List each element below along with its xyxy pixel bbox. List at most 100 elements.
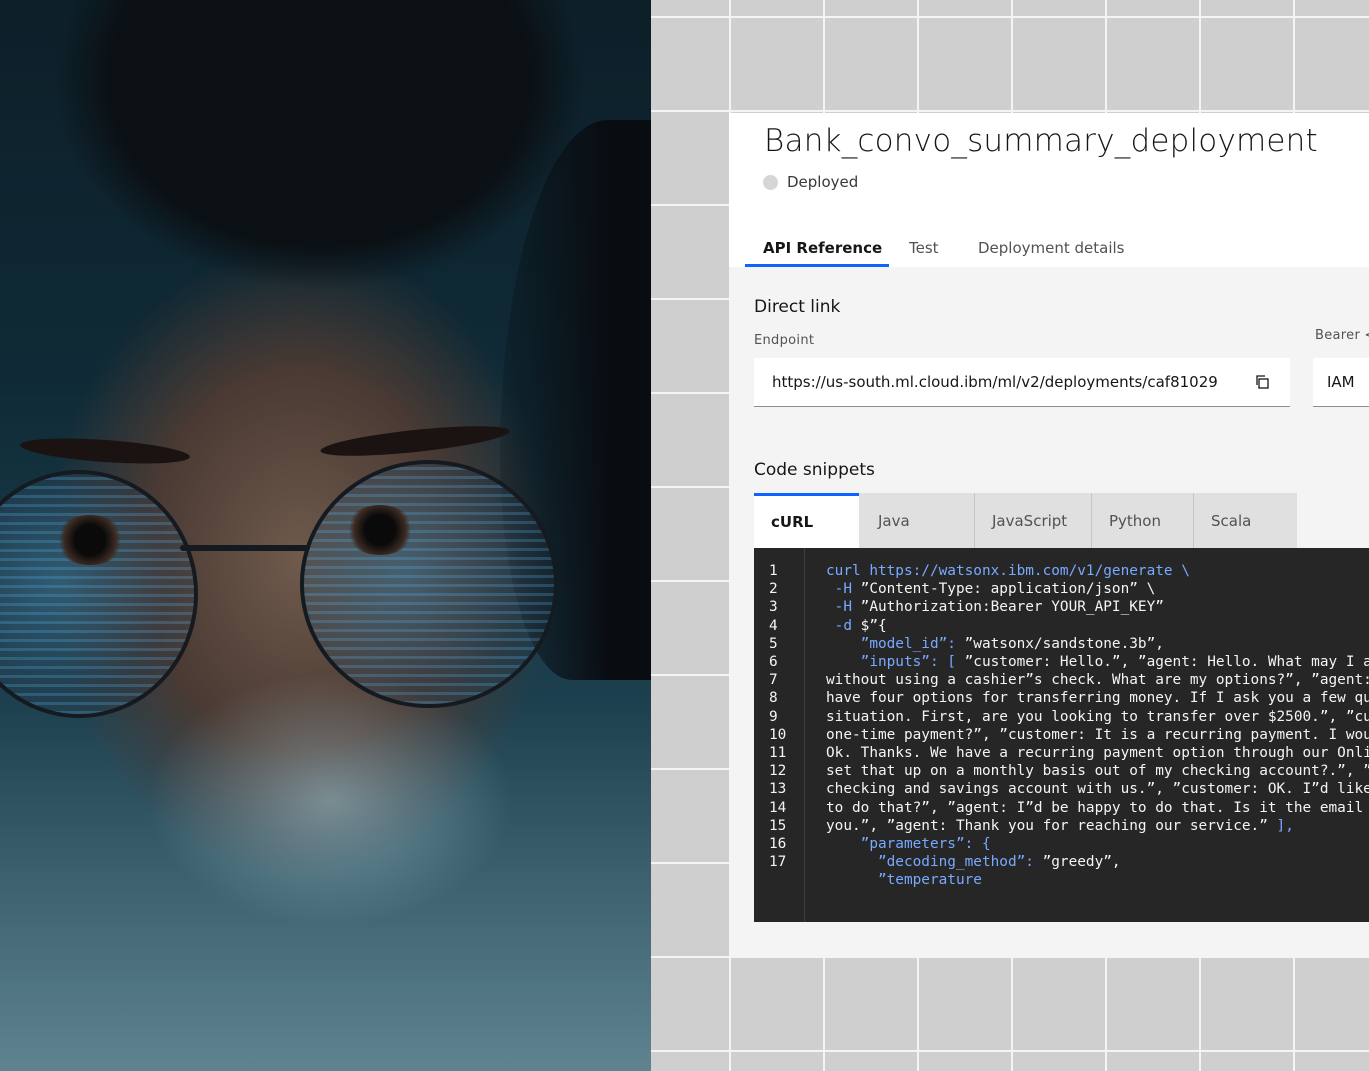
code-tab-label: Python xyxy=(1109,511,1161,530)
code-token: ”customer: Hello.”, ”agent: Hello. What … xyxy=(964,654,1369,670)
code-tab-label: Scala xyxy=(1211,511,1252,530)
code-line: ”decoding_method”: ”greedy”, xyxy=(826,853,1121,871)
tab-deployment-details[interactable]: Deployment details xyxy=(960,231,1143,265)
photo-glasses-bridge xyxy=(180,545,310,551)
line-number: 8 xyxy=(769,690,778,707)
code-line: -H ”Content-Type: application/json” \ xyxy=(826,580,1156,598)
code-token: ”greedy”, xyxy=(1042,854,1121,871)
tab-api-reference[interactable]: API Reference xyxy=(745,231,889,267)
deployment-card: Bank_convo_summary_deployment Deployed A… xyxy=(729,113,1369,958)
code-token: ”inputs”: [ xyxy=(826,654,965,670)
code-token: have four options for transferring money… xyxy=(826,690,1369,707)
code-tab-label: Java xyxy=(878,511,910,530)
code-line: checking and savings account with us.”, … xyxy=(826,780,1369,798)
code-token: to do that?”, ”agent: I”d be happy to do… xyxy=(826,799,1369,816)
code-language-tabs: cURL Java JavaScript Python Scala xyxy=(754,493,1297,548)
line-number: 12 xyxy=(769,763,787,780)
code-line: without using a cashier”s check. What ar… xyxy=(826,671,1369,689)
tab-test[interactable]: Test xyxy=(891,231,957,265)
code-tab-javascript[interactable]: JavaScript xyxy=(975,493,1092,548)
tab-label: API Reference xyxy=(763,238,883,257)
photo-eye-left xyxy=(55,515,125,565)
api-reference-panel: Direct link Endpoint Bearer < https://us… xyxy=(729,267,1369,958)
code-line: to do that?”, ”agent: I”d be happy to do… xyxy=(826,799,1369,817)
line-number: 3 xyxy=(769,599,778,616)
code-token: -H xyxy=(826,581,861,598)
code-line: curl https://watsonx.ibm.com/v1/generate… xyxy=(826,562,1190,580)
line-number: 1 xyxy=(769,563,778,579)
code-token: set that up on a monthly basis out of my… xyxy=(826,763,1369,780)
code-line: -d $”{ xyxy=(826,617,887,635)
line-number: 16 xyxy=(769,836,787,852)
code-tab-label: cURL xyxy=(771,513,814,531)
code-token: ”watsonx/sandstone.3b”, xyxy=(964,635,1164,652)
line-number: 10 xyxy=(769,726,787,743)
code-token: -d xyxy=(826,617,861,634)
code-line: have four options for transferring money… xyxy=(826,689,1369,707)
code-tab-java[interactable]: Java xyxy=(859,493,975,548)
code-token: $”{ xyxy=(860,617,887,634)
status-text: Deployed xyxy=(787,173,859,191)
line-number: 14 xyxy=(769,799,787,816)
line-number: 15 xyxy=(769,817,787,834)
code-line: Ok. Thanks. We have a recurring payment … xyxy=(826,744,1369,762)
line-number: 6 xyxy=(769,654,778,670)
line-number: 11 xyxy=(769,745,787,761)
code-tab-python[interactable]: Python xyxy=(1092,493,1194,548)
endpoint-label: Endpoint xyxy=(754,333,815,348)
code-token: ”Content-Type: application/json” \ xyxy=(860,581,1156,598)
code-token: ”model_id”: xyxy=(826,635,965,652)
code-line: situation. First, are you looking to tra… xyxy=(826,708,1369,726)
bearer-token-value: IAM xyxy=(1327,373,1355,391)
code-token: ”Authorization:Bearer YOUR_API_KEY” xyxy=(860,599,1164,616)
status-dot-icon xyxy=(763,174,778,190)
code-snippets-heading: Code snippets xyxy=(754,460,875,480)
code-line: -H ”Authorization:Bearer YOUR_API_KEY” xyxy=(826,598,1164,616)
code-line: set that up on a monthly basis out of my… xyxy=(826,762,1369,780)
code-token: curl https://watsonx.ibm.com/v1/generate… xyxy=(826,563,1190,579)
tab-label: Deployment details xyxy=(978,239,1125,257)
code-token: ”temperature xyxy=(826,872,982,889)
endpoint-field[interactable]: https://us-south.ml.cloud.ibm/ml/v2/depl… xyxy=(754,358,1290,407)
copy-icon[interactable] xyxy=(1254,374,1270,390)
line-number: 17 xyxy=(769,854,787,871)
code-tab-curl[interactable]: cURL xyxy=(754,493,859,548)
tab-bar: API Reference Test Deployment details xyxy=(745,231,1369,269)
code-line: ”inputs”: [ ”customer: Hello.”, ”agent: … xyxy=(826,653,1369,671)
bearer-label: Bearer < xyxy=(1315,328,1369,343)
code-token: ], xyxy=(1276,817,1294,834)
photo-lens-right xyxy=(300,460,558,708)
code-token: you.”, ”agent: Thank you for reaching ou… xyxy=(826,817,1277,834)
code-tab-scala[interactable]: Scala xyxy=(1194,493,1297,548)
endpoint-value: https://us-south.ml.cloud.ibm/ml/v2/depl… xyxy=(772,373,1218,391)
code-line: one-time payment?”, ”customer: It is a r… xyxy=(826,726,1369,744)
code-line: ”temperature xyxy=(826,871,982,889)
code-token: ”decoding_method”: xyxy=(826,854,1043,871)
tab-label: Test xyxy=(909,239,939,257)
code-editor[interactable]: 1 curl https://watsonx.ibm.com/v1/generat… xyxy=(754,548,1369,922)
code-token: situation. First, are you looking to tra… xyxy=(826,708,1369,725)
line-number: 9 xyxy=(769,708,778,725)
line-number: 7 xyxy=(769,672,778,689)
page-title: Bank_convo_summary_deployment xyxy=(764,123,1318,159)
code-token: one-time payment?”, ”customer: It is a r… xyxy=(826,726,1369,743)
line-number xyxy=(769,871,799,889)
code-line: ”model_id”: ”watsonx/sandstone.3b”, xyxy=(826,635,1164,653)
code-token: -H xyxy=(826,599,861,616)
code-tab-label: JavaScript xyxy=(992,511,1068,530)
code-token: checking and savings account with us.”, … xyxy=(826,781,1369,798)
line-number: 4 xyxy=(769,617,778,634)
direct-link-heading: Direct link xyxy=(754,297,841,317)
code-token: Ok. Thanks. We have a recurring payment … xyxy=(826,745,1369,761)
photo-eye-right xyxy=(345,505,415,555)
code-token: without using a cashier”s check. What ar… xyxy=(826,672,1369,689)
bearer-token-field[interactable]: IAM xyxy=(1313,358,1369,407)
line-number: 13 xyxy=(769,781,787,798)
code-token: ”parameters”: { xyxy=(826,836,991,852)
code-line: you.”, ”agent: Thank you for reaching ou… xyxy=(826,817,1294,835)
code-line: ”parameters”: { xyxy=(826,835,991,853)
status-badge: Deployed xyxy=(763,173,858,191)
line-number: 2 xyxy=(769,581,778,598)
line-number: 5 xyxy=(769,635,778,652)
hero-photo xyxy=(0,0,651,1071)
